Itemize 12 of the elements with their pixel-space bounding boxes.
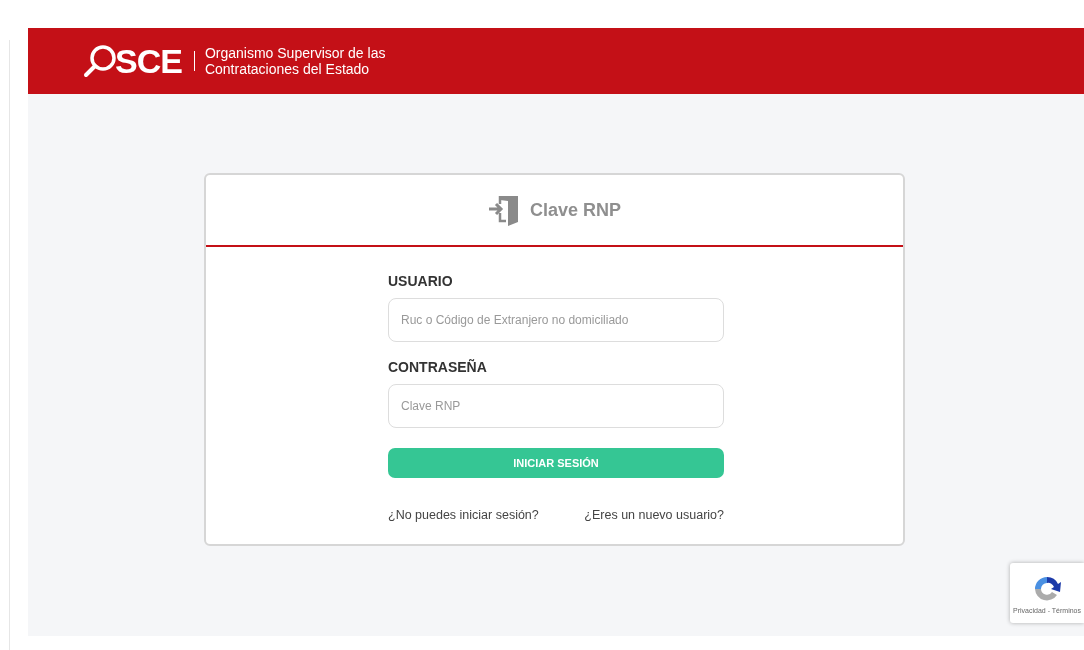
help-link[interactable]: ¿Eres un nuevo usuario? [584,508,724,522]
logo-text: SCE [115,41,182,81]
input-field[interactable]: Clave RNP [388,384,724,428]
field-label: USUARIO [388,273,454,289]
help-link[interactable]: ¿No puedes iniciar sesión? [388,508,539,522]
organization-name: Organismo Supervisor de las [204,45,386,61]
card-title: Clave RNP [529,199,621,221]
input-field[interactable]: Ruc o Código de Extranjero no domiciliado [388,298,724,342]
door-enter-icon [487,193,520,227]
organization-name: Contrataciones del Estado [204,61,371,77]
field-label: CONTRASEÑA [388,359,488,375]
magnifier-icon [83,44,117,78]
